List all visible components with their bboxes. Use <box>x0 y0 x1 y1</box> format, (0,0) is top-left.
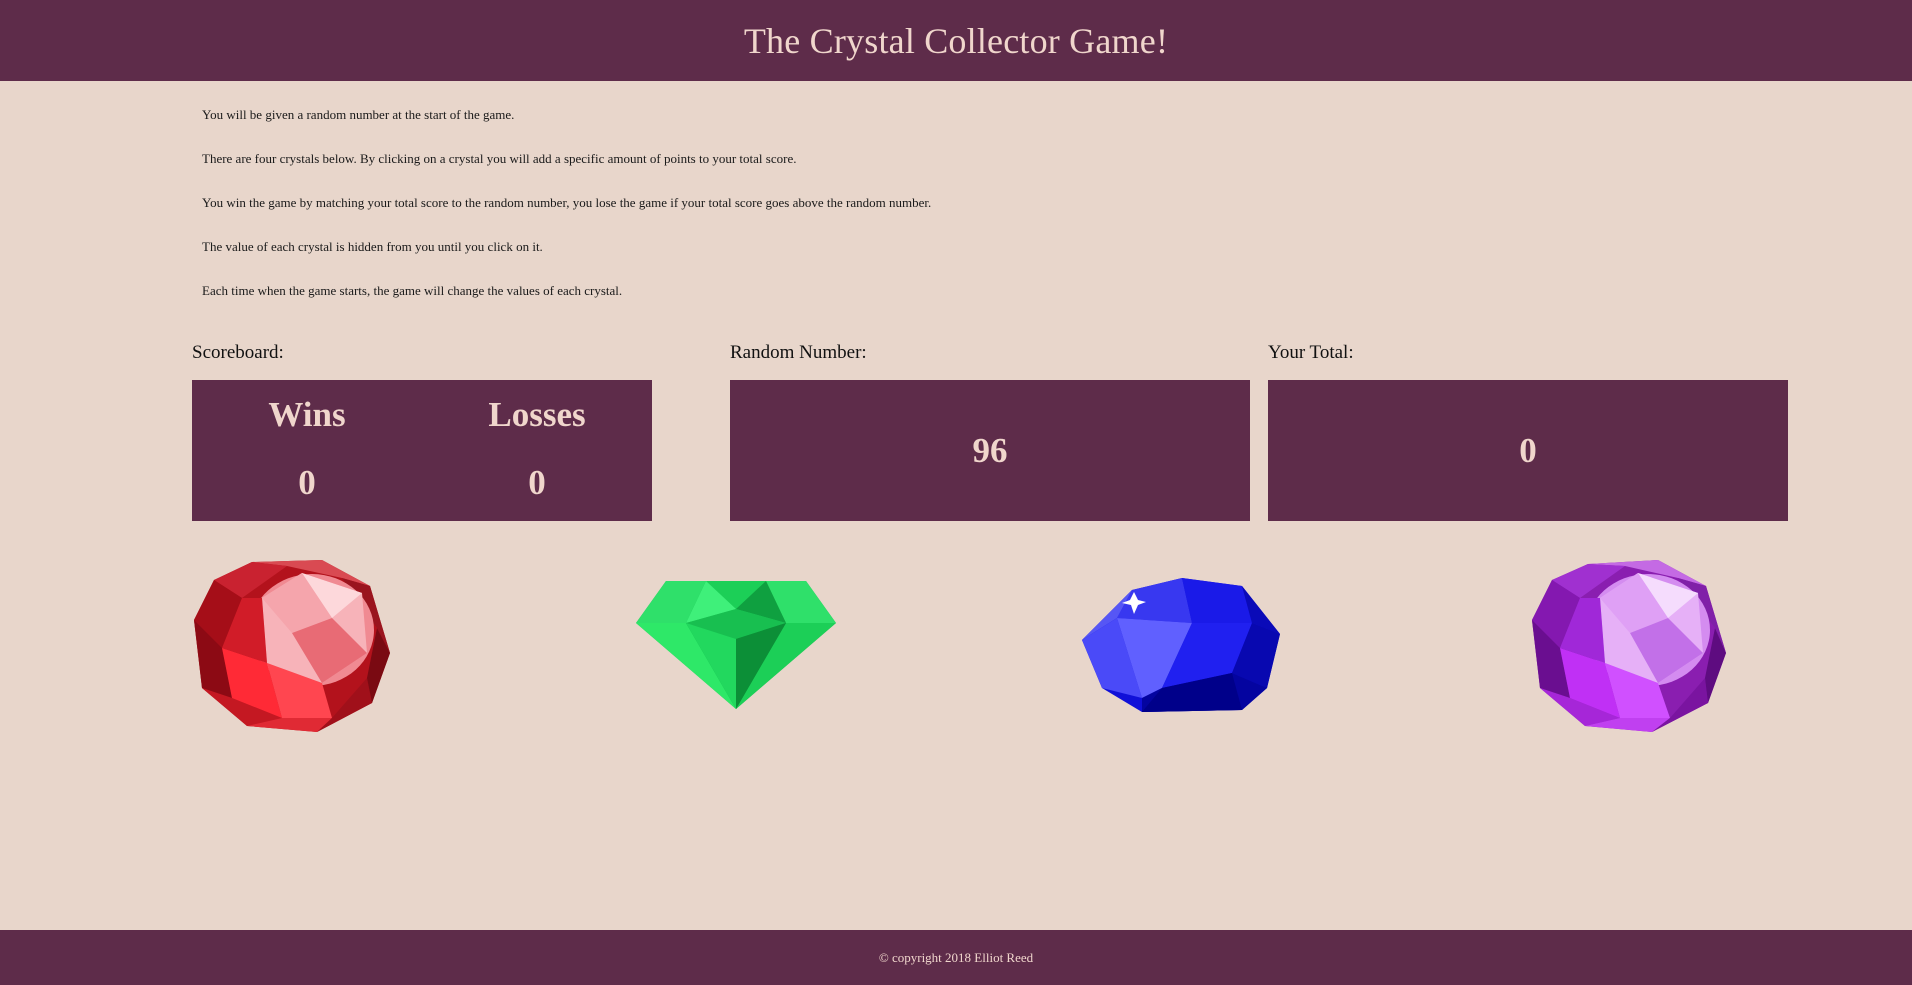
instruction-line: Each time when the game starts, the game… <box>202 283 623 298</box>
page: The Crystal Collector Game! You will be … <box>0 0 1912 985</box>
purple-crystal-icon <box>1532 560 1726 732</box>
instruction-line: You win the game by matching your total … <box>202 195 932 210</box>
losses-count: 0 <box>528 463 546 502</box>
your-total-box: 0 <box>1268 380 1788 521</box>
green-crystal-button[interactable] <box>636 579 836 711</box>
your-total-value: 0 <box>1519 430 1537 470</box>
copyright-text: © copyright 2018 Elliot Reed <box>878 949 1034 965</box>
your-total-label: Your Total: <box>1268 342 1354 363</box>
page-title: The Crystal Collector Game! <box>743 20 1169 61</box>
blue-crystal-icon <box>1082 578 1280 712</box>
scoreboard-box: Wins 0 Losses 0 <box>192 380 652 521</box>
red-crystal-button[interactable] <box>192 558 392 734</box>
random-number-box: 96 <box>730 380 1250 521</box>
wins-column: Wins 0 <box>192 380 422 521</box>
header-bar: The Crystal Collector Game! <box>0 0 1912 81</box>
purple-crystal-button[interactable] <box>1530 558 1728 734</box>
blue-crystal-button[interactable] <box>1082 578 1284 712</box>
instruction-line: The value of each crystal is hidden from… <box>202 239 543 254</box>
scoreboard-label: Scoreboard: <box>192 342 284 363</box>
losses-heading: Losses <box>488 395 586 434</box>
instruction-line: You will be given a random number at the… <box>202 107 515 122</box>
losses-column: Losses 0 <box>422 380 652 521</box>
green-crystal-icon <box>636 581 836 709</box>
wins-heading: Wins <box>268 395 346 434</box>
instructions: You will be given a random number at the… <box>202 106 1602 326</box>
wins-count: 0 <box>298 463 316 502</box>
random-number-label: Random Number: <box>730 342 867 363</box>
footer-bar: © copyright 2018 Elliot Reed <box>0 930 1912 985</box>
random-number-value: 96 <box>972 430 1008 470</box>
red-crystal-icon <box>194 560 390 732</box>
instruction-line: There are four crystals below. By clicki… <box>202 151 797 166</box>
